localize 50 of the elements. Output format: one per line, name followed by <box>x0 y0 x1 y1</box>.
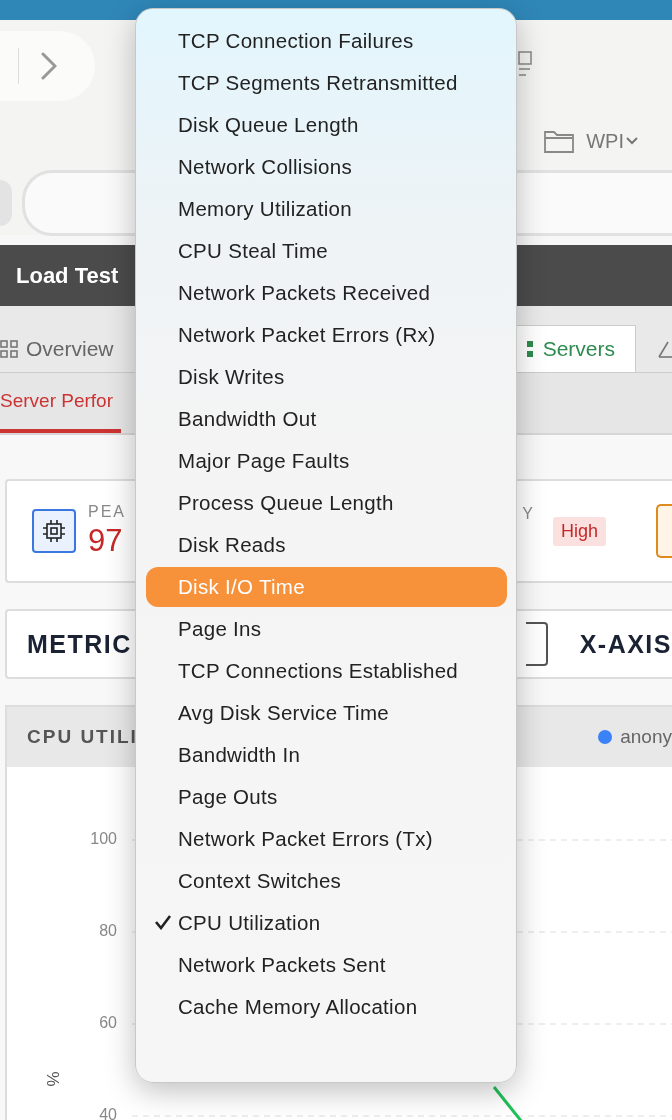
checkmark-icon <box>154 914 172 930</box>
metric-select[interactable] <box>525 622 548 666</box>
menu-item[interactable]: Major Page Faults <box>146 441 507 481</box>
menu-item[interactable]: Network Packets Sent <box>146 945 507 985</box>
menu-item[interactable]: Memory Utilization <box>146 189 507 229</box>
stat-value: 97 <box>88 523 124 559</box>
x-axis-label: X-AXIS <box>579 629 672 659</box>
tab[interactable]: Overview <box>0 325 134 372</box>
y-tick-label: 40 <box>99 1106 117 1120</box>
grid-icon <box>0 339 18 358</box>
stat-label: PEA <box>88 503 126 521</box>
menu-item[interactable]: Network Packet Errors (Rx) <box>146 315 507 355</box>
menu-item[interactable]: Context Switches <box>146 861 507 901</box>
menu-item[interactable]: Network Packet Errors (Tx) <box>146 819 507 859</box>
chip-icon <box>32 509 76 553</box>
metric-label: METRIC <box>27 629 132 659</box>
menu-item[interactable]: TCP Segments Retransmitted <box>146 63 507 103</box>
menu-item[interactable]: Page Outs <box>146 777 507 817</box>
y-axis-label: % <box>44 1071 63 1087</box>
menu-item[interactable]: Page Ins <box>146 609 507 649</box>
y-tick-label: 100 <box>90 830 117 848</box>
menu-item[interactable]: Disk Writes <box>146 357 507 397</box>
legend-label: anony <box>620 726 672 748</box>
page-title: Load Test <box>16 262 119 289</box>
menu-item[interactable]: TCP Connections Established <box>146 651 507 691</box>
trend-line <box>492 1086 524 1120</box>
menu-item[interactable]: CPU Steal Time <box>146 231 507 271</box>
severity-badge: High <box>552 516 606 546</box>
menu-item[interactable]: CPU Utilization <box>146 903 507 943</box>
y-tick-label: 60 <box>99 1014 117 1032</box>
menu-item[interactable]: Disk Reads <box>146 525 507 565</box>
menu-item[interactable]: Network Packets Received <box>146 273 507 313</box>
chevron-down-icon <box>626 137 638 145</box>
status-icon <box>656 504 672 558</box>
menu-item[interactable]: Cache Memory Allocation <box>146 987 507 1027</box>
folder-icon <box>544 129 575 153</box>
stat-label: Y <box>522 505 533 523</box>
server-icon <box>526 339 535 359</box>
chevron-right-icon <box>41 52 57 80</box>
folder-name[interactable]: WPI <box>586 129 624 153</box>
menu-item[interactable]: Disk Queue Length <box>146 105 507 145</box>
triangle-icon[interactable] <box>658 340 672 358</box>
menu-item[interactable]: Avg Disk Service Time <box>146 693 507 733</box>
menu-item[interactable]: TCP Connection Failures <box>146 21 507 61</box>
menu-item[interactable]: Process Queue Length <box>146 483 507 523</box>
y-tick-label: 80 <box>99 922 117 940</box>
menu-item[interactable]: Network Collisions <box>146 147 507 187</box>
menu-item[interactable]: Bandwidth In <box>146 735 507 775</box>
chart-title: CPU UTILI <box>27 726 138 748</box>
menu-item[interactable]: Bandwidth Out <box>146 399 507 439</box>
